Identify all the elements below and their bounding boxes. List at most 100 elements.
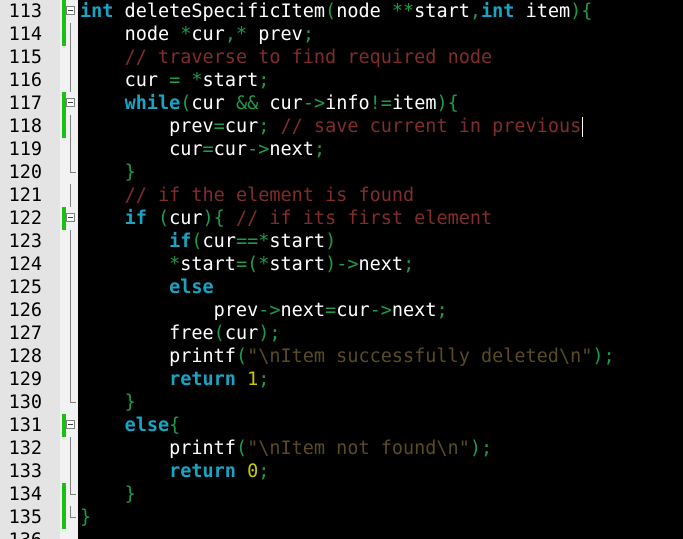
code-text: cur=cur->next; [80, 138, 325, 161]
code-line[interactable]: 114 node *cur,* prev; [0, 23, 683, 46]
code-token-operator: } [124, 162, 136, 183]
code-token-operator: ); [258, 323, 281, 344]
fold-toggle-icon[interactable] [66, 213, 75, 222]
code-token-operator: , [469, 1, 482, 22]
code-token-plain: cur [224, 323, 259, 344]
code-token-plain: next [358, 254, 404, 275]
code-line[interactable]: 119 cur=cur->next; [0, 138, 683, 161]
line-number: 113 [8, 1, 42, 22]
fold-guide-line [70, 345, 71, 368]
code-token-operator: ( [157, 208, 170, 229]
code-token-operator: ){ [202, 208, 225, 229]
code-token-keyword: if [124, 208, 147, 229]
code-token-operator: } [124, 392, 136, 413]
code-token-operator: -> [258, 300, 281, 321]
code-line[interactable]: 113 int deleteSpecificItem(node **start,i… [0, 0, 683, 23]
code-text: if (cur){ // if its first element [80, 207, 493, 230]
code-token-plain: cur [213, 139, 248, 160]
code-line[interactable]: 116 cur = *start; [0, 69, 683, 92]
code-token-plain: printf [169, 346, 236, 367]
code-token-operator: ) [325, 231, 337, 252]
code-token-operator: -> [247, 139, 270, 160]
code-editor[interactable]: 113 int deleteSpecificItem(node **start,i… [0, 0, 683, 539]
code-line[interactable]: 120 } [0, 161, 683, 184]
code-token-operator: = [213, 116, 225, 137]
code-token-operator: = [169, 70, 181, 91]
code-line[interactable]: 121 // if the element is found [0, 184, 683, 207]
code-line[interactable]: 126 prev->next=cur->next; [0, 299, 683, 322]
code-line[interactable]: 133 return 0; [0, 460, 683, 483]
code-line[interactable]: 125 else [0, 276, 683, 299]
fold-guide-line [70, 437, 71, 460]
line-number: 116 [8, 70, 42, 91]
code-token-operator: ==* [235, 231, 270, 252]
code-line[interactable]: 117 while(cur && cur->info!=item){ [0, 92, 683, 115]
fold-guide-line [70, 299, 71, 322]
code-line[interactable]: 123 if(cur==*start) [0, 230, 683, 253]
line-number: 114 [8, 24, 42, 45]
code-token-keyword: int [481, 1, 515, 22]
code-token-plain: deleteSpecificItem [113, 1, 326, 22]
code-token-plain: next [391, 300, 437, 321]
code-token-plain: start [269, 254, 326, 275]
text-caret [582, 117, 583, 137]
code-token-plain: cur [191, 24, 225, 45]
code-token-string: "\nItem not found\n" [247, 438, 470, 459]
code-token-operator: ( [235, 346, 248, 367]
fold-toggle-icon[interactable] [66, 98, 75, 107]
code-line[interactable]: 136 [0, 529, 683, 539]
code-text: printf("\nItem successfully deleted\n"); [80, 345, 615, 368]
code-token-plain: info [325, 93, 370, 114]
code-line[interactable]: 115 // traverse to find required node [0, 46, 683, 69]
fold-guide-line [70, 276, 71, 299]
fold-guide-line [70, 184, 71, 207]
line-number: 123 [8, 231, 42, 252]
code-line[interactable]: 134 } [0, 483, 683, 506]
code-token-operator: ( [325, 1, 337, 22]
fold-toggle-icon[interactable] [66, 6, 75, 15]
code-area[interactable]: 113 int deleteSpecificItem(node **start,i… [0, 0, 683, 539]
code-token-plain: cur [224, 116, 259, 137]
code-token-plain: start [414, 1, 470, 22]
code-token-operator: ; [258, 369, 270, 390]
code-line[interactable]: 129 return 1; [0, 368, 683, 391]
code-line[interactable]: 122 if (cur){ // if its first element [0, 207, 683, 230]
code-line[interactable]: 118 prev=cur; // save current in previou… [0, 115, 683, 138]
code-token-operator: ){ [436, 93, 459, 114]
change-marker [62, 506, 66, 529]
code-token-operator: ; [313, 139, 326, 160]
code-line[interactable]: 127 free(cur); [0, 322, 683, 345]
code-line[interactable]: 130 } [0, 391, 683, 414]
fold-toggle-icon[interactable] [66, 420, 75, 429]
code-token-number: 0 [247, 461, 259, 482]
code-text: free(cur); [80, 322, 281, 345]
code-line[interactable]: 128 printf("\nItem successfully deleted\… [0, 345, 683, 368]
code-token-keyword: else [124, 415, 170, 436]
code-token-plain: item [514, 1, 571, 22]
code-token-plain: next [269, 139, 314, 160]
code-token-operator: = [202, 139, 214, 160]
code-line[interactable]: 131 else{ [0, 414, 683, 437]
code-line[interactable]: 132 printf("\nItem not found\n"); [0, 437, 683, 460]
code-token-operator: ); [469, 438, 493, 459]
code-token-operator: ; [258, 461, 270, 482]
code-line[interactable]: 135} [0, 506, 683, 529]
fold-guide-line [70, 253, 71, 276]
code-token-operator: ); [592, 346, 615, 367]
code-token-operator: ( [213, 323, 225, 344]
fold-end-marker [70, 391, 76, 403]
code-token-plain: node [336, 1, 392, 22]
code-token-operator: ,* [224, 24, 248, 45]
code-line[interactable]: 124 *start=(*start)->next; [0, 253, 683, 276]
